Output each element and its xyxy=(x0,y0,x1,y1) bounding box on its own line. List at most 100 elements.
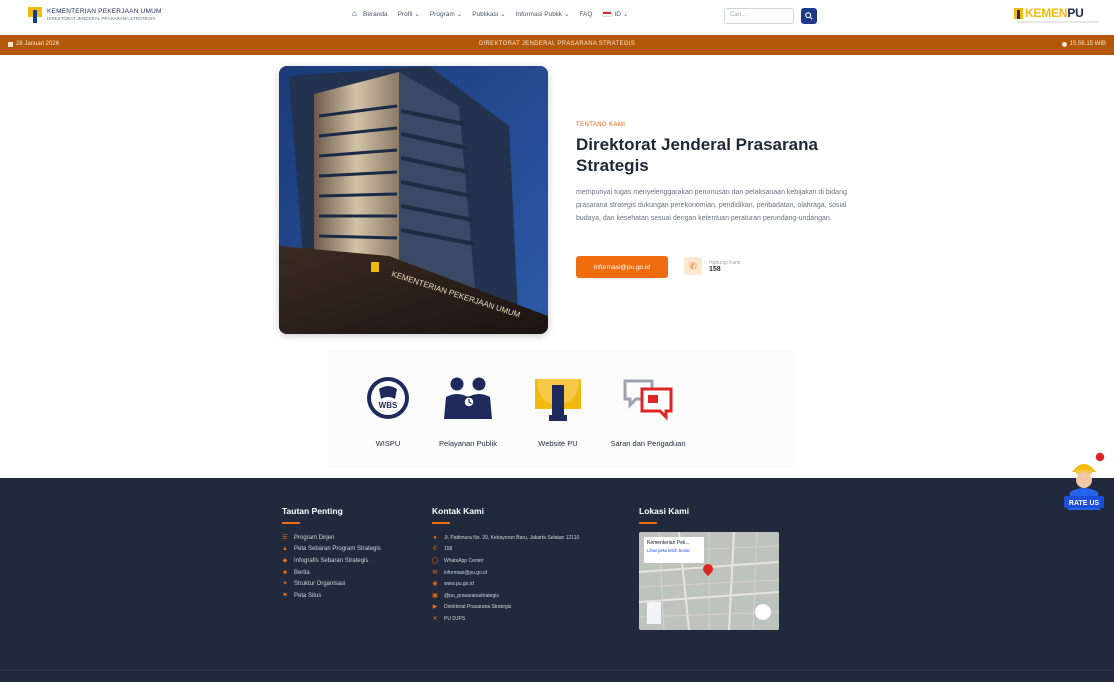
contact-email[interactable]: ✉ informasi@pu.go.id xyxy=(432,567,632,579)
footer-divider xyxy=(0,670,1114,671)
phone-icon: ✆ xyxy=(432,546,438,553)
nav-item-faq[interactable]: FAQ xyxy=(579,11,592,18)
service-pelayanan-publik[interactable]: Pelayanan Publik xyxy=(428,372,508,449)
location-map[interactable]: Kementerian Pek... Lihat peta lebih besa… xyxy=(639,532,779,630)
brand-line-2: DIREKTORAT JENDERAL PRASARANA STRATEGIS xyxy=(47,16,156,21)
search-button[interactable] xyxy=(801,8,817,24)
nav-label: Beranda xyxy=(363,10,388,18)
nav-item-profil[interactable]: Profil ⌄ xyxy=(397,10,420,19)
nav-item-program[interactable]: Program ⌄ xyxy=(429,10,462,19)
nav-item-informasi-publik[interactable]: Informasi Publik ⌄ xyxy=(515,10,570,19)
footer-location-column: Lokasi Kami Kementerian Pek... Lihat pet… xyxy=(639,506,789,630)
map-expand-button[interactable] xyxy=(755,604,771,620)
footer-location-title: Lokasi Kami xyxy=(639,506,690,516)
sitemap-icon: ✦ xyxy=(282,581,288,588)
service-label: WISPU xyxy=(375,439,401,448)
contact-twitter[interactable]: ✕ PU DJPS xyxy=(432,613,632,625)
call-center[interactable]: ✆ Hubungi Kami 158 xyxy=(684,257,740,275)
whatsapp-icon: ◯ xyxy=(431,557,439,564)
map-larger-link[interactable]: Lihat peta lebih besar xyxy=(647,548,701,553)
footer-link[interactable]: ⚑ Peta Situs xyxy=(282,590,422,602)
map-zoom-control[interactable] xyxy=(647,602,661,624)
map-info-card: Kementerian Pek... Lihat peta lebih besa… xyxy=(644,537,704,563)
contact-text: Jl. Pattimura No. 20, Kebayoran Baru, Ja… xyxy=(444,534,580,541)
footer-link[interactable]: ☰ Program Dirjen xyxy=(282,532,422,544)
footer-link[interactable]: ◆ Infografis Sebaran Strategis xyxy=(282,555,422,567)
list-icon: ☰ xyxy=(282,534,288,541)
footer-links-column: Tautan Penting ☰ Program Dirjen ▲ Peta Seb… xyxy=(282,506,422,602)
chevron-down-icon: ⌄ xyxy=(563,11,570,18)
contact-address: ● Jl. Pattimura No. 20, Kebayoran Baru, J… xyxy=(432,532,632,544)
service-website-pu[interactable]: Website PU xyxy=(518,372,598,449)
service-label: Pelayanan Publik xyxy=(439,439,497,448)
footer-link-label: Peta Sebaran Program Strategis xyxy=(294,546,381,553)
service-saran-pengaduan[interactable]: Saran dan Pengaduan xyxy=(608,372,688,449)
language-selector[interactable]: ID ⌄ xyxy=(602,10,628,18)
contact-phone[interactable]: ✆ 158 xyxy=(432,544,632,556)
contact-text: PU DJPS xyxy=(444,615,466,622)
nav-label: Informasi Publik xyxy=(515,10,562,18)
footer-links-list: ☰ Program Dirjen ▲ Peta Sebaran Program St… xyxy=(282,532,422,602)
kemenpu-logo-part2: PU xyxy=(1067,6,1084,20)
indonesia-flag-icon xyxy=(602,11,613,17)
call-text: Hubungi Kami 158 xyxy=(709,260,740,273)
nav-label: FAQ xyxy=(579,10,593,18)
info-bar: 28 Januari 2026 DIREKTORAT JENDERAL PRAS… xyxy=(0,35,1114,55)
chevron-down-icon: ⌄ xyxy=(414,11,420,18)
footer-contact-title: Kontak Kami xyxy=(432,506,484,516)
main-nav: ⌂ Beranda Profil ⌄ Program ⌄ Publikasi ⌄… xyxy=(352,10,628,19)
chat-icon xyxy=(622,372,674,424)
x-icon: ✕ xyxy=(432,615,438,622)
contact-text: 158 xyxy=(444,546,453,553)
title-underline xyxy=(639,522,657,524)
map-place-name: Kementerian Pek... xyxy=(647,540,690,546)
kemenpu-mark-icon xyxy=(1014,7,1023,19)
contact-text: www.pu.go.id xyxy=(444,581,474,588)
brand-logo-link[interactable]: KEMENTERIAN PEKERJAAN UMUM DIREKTORAT JE… xyxy=(28,7,162,23)
contact-whatsapp[interactable]: ◯ WhatsApp Center xyxy=(432,555,632,567)
building-photo: KEMENTERIAN PEKERJAAN UMUM xyxy=(279,66,548,334)
contact-youtube[interactable]: ▶ Direktorat Prasarana Strategis xyxy=(432,602,632,614)
nav-label: Publikasi xyxy=(472,10,499,18)
footer-link[interactable]: ▲ Peta Sebaran Program Strategis xyxy=(282,544,422,556)
wbs-icon: WBS xyxy=(362,372,414,424)
footer-links-title: Tautan Penting xyxy=(282,506,343,516)
location-pin-icon: ● xyxy=(433,534,437,541)
time-text: 15.56.15 WIB xyxy=(1069,41,1106,47)
news-icon: ■ xyxy=(283,569,287,576)
section-label: TENTANG KAMI xyxy=(576,122,626,128)
chevron-down-icon: ⌄ xyxy=(622,11,629,18)
brand-text: KEMENTERIAN PEKERJAAN UMUM DIREKTORAT JE… xyxy=(47,8,162,22)
rate-us-label: RATE US xyxy=(1069,500,1100,507)
footer-link[interactable]: ✦ Struktur Organisasi xyxy=(282,578,422,590)
footer-link-label: Peta Situs xyxy=(294,592,322,599)
kemenpu-logo-part1: KEMEN xyxy=(1025,6,1068,20)
rate-us-widget[interactable]: RATE US xyxy=(1062,448,1106,516)
time-display: 15.56.15 WIB xyxy=(1061,41,1106,47)
footer-link-label: Berita xyxy=(294,569,310,576)
service-wispu[interactable]: WBS WISPU xyxy=(348,372,428,449)
nav-label: Program xyxy=(429,10,455,18)
contact-text: informasi@pu.go.id xyxy=(444,569,488,576)
chevron-down-icon: ⌄ xyxy=(500,11,506,18)
clock-icon xyxy=(1061,41,1067,47)
footer-link[interactable]: ■ Berita xyxy=(282,567,422,579)
search-input[interactable]: Cari... xyxy=(724,8,794,24)
nav-item-publikasi[interactable]: Publikasi ⌄ xyxy=(472,10,506,19)
email-button[interactable]: informasi@pu.go.id xyxy=(576,256,668,278)
footer-contact-list: ● Jl. Pattimura No. 20, Kebayoran Baru, J… xyxy=(432,532,632,625)
kemenpu-logo[interactable]: KEMEN PU xyxy=(1014,6,1084,20)
contact-text: WhatsApp Center xyxy=(444,557,484,564)
nav-label: Profil xyxy=(397,10,413,18)
email-icon: ✉ xyxy=(432,569,438,576)
contact-text: Direktorat Prasarana Strategis xyxy=(444,604,512,611)
nav-item-beranda[interactable]: ⌂ Beranda xyxy=(352,10,388,18)
footer: Tautan Penting ☰ Program Dirjen ▲ Peta Seb… xyxy=(0,478,1114,682)
contact-instagram[interactable]: ▣ @pu_prasaranastrategis xyxy=(432,590,632,602)
contact-text: @pu_prasaranastrategis xyxy=(444,592,499,599)
instagram-icon: ▣ xyxy=(432,592,438,599)
contact-website[interactable]: ◉ www.pu.go.id xyxy=(432,578,632,590)
home-icon: ⌂ xyxy=(352,9,357,18)
service-label: Website PU xyxy=(538,439,578,448)
svg-text:WBS: WBS xyxy=(379,401,398,410)
